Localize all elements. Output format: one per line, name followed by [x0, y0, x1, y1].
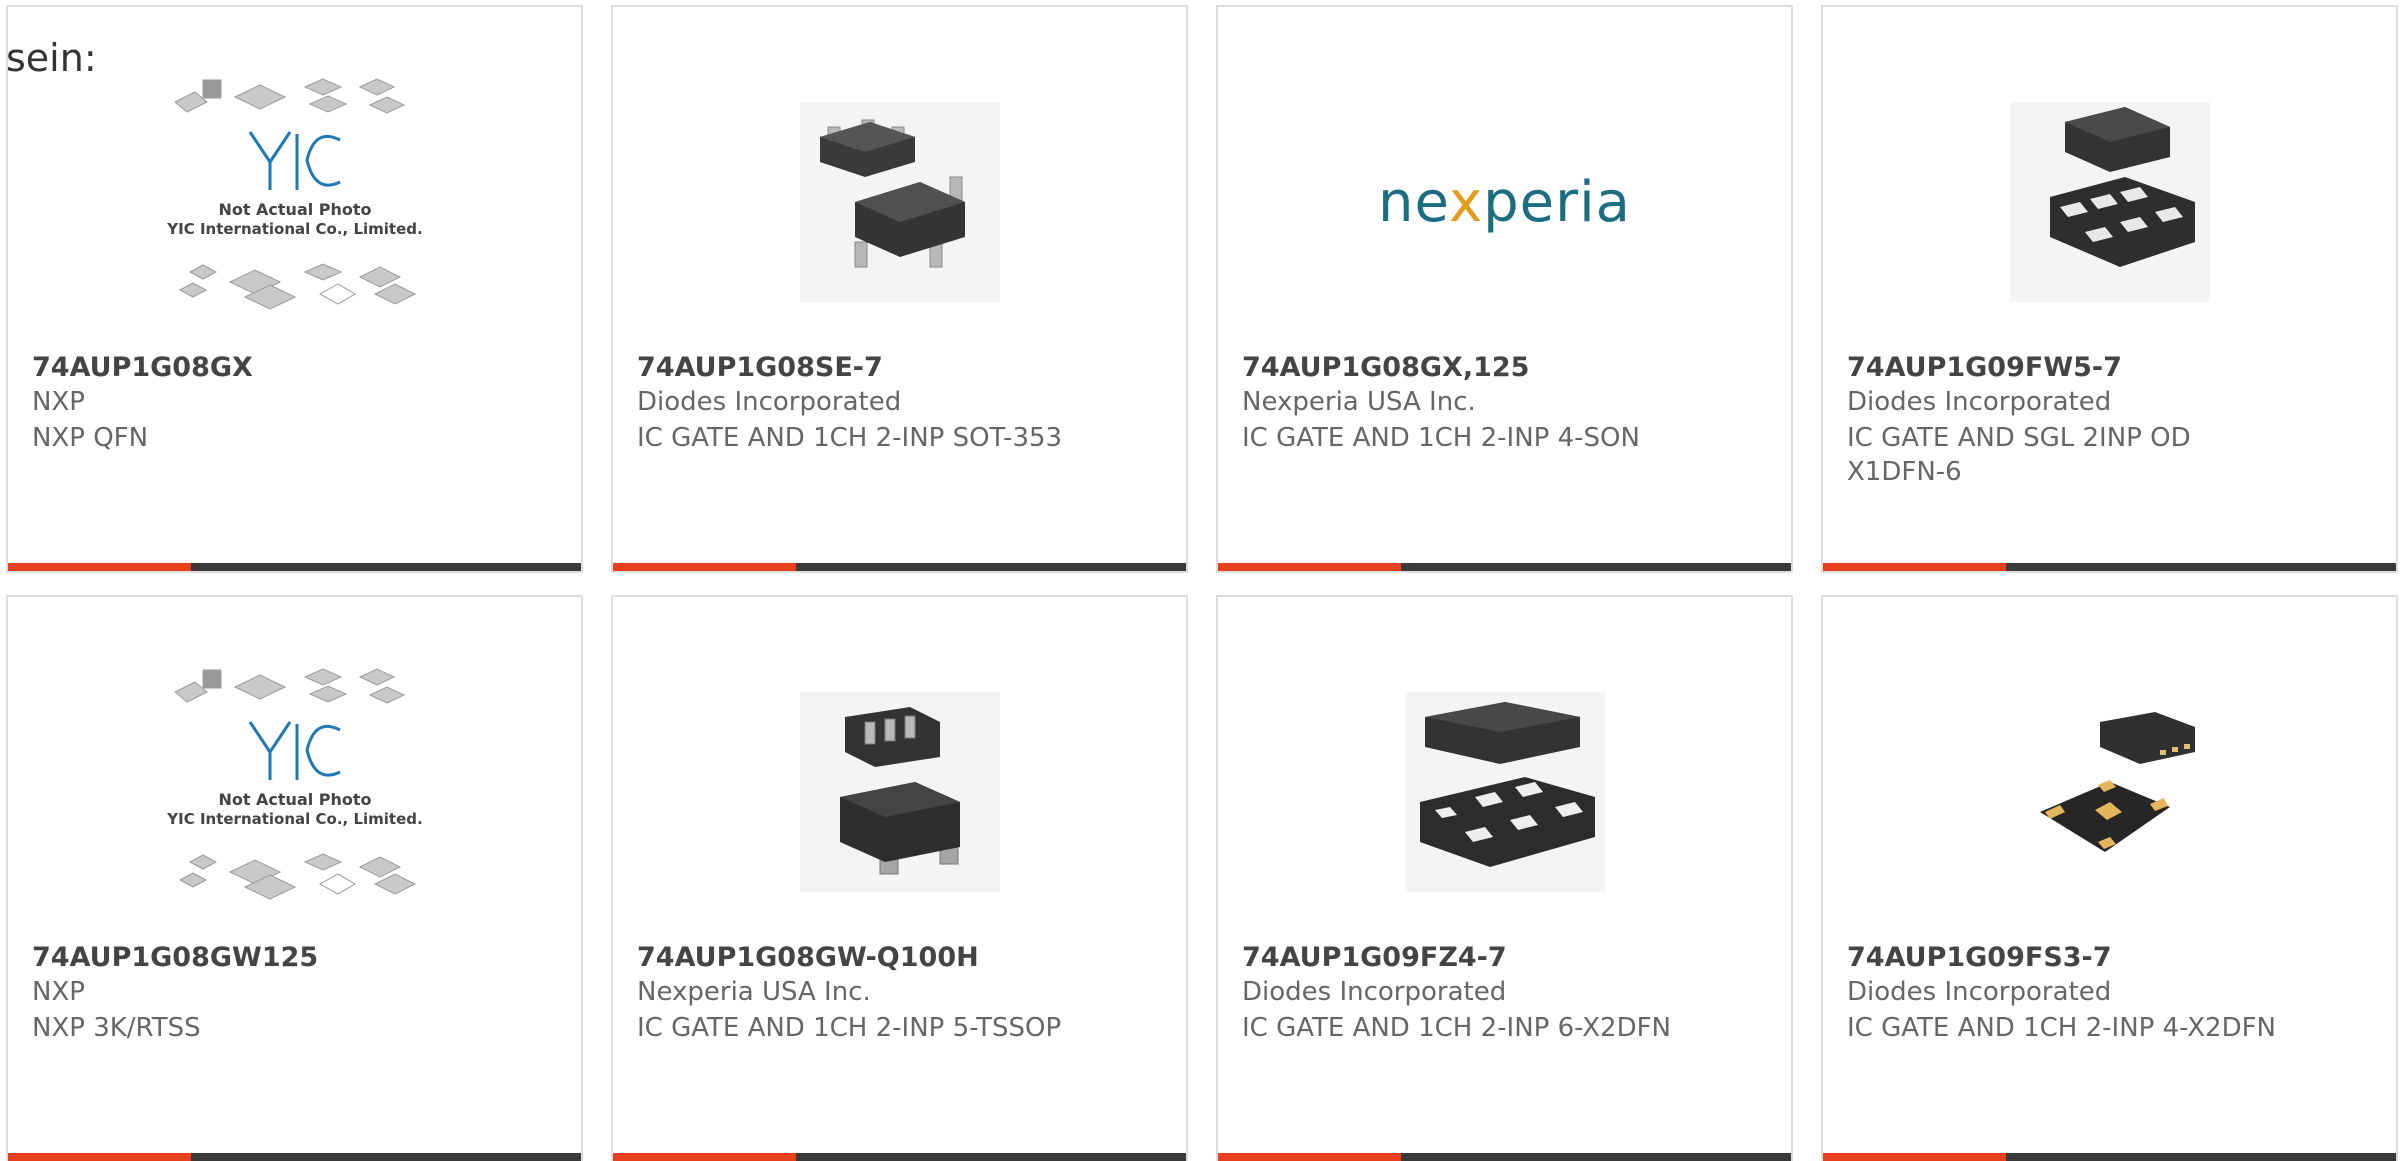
- product-card[interactable]: Not Actual Photo YIC International Co., …: [6, 595, 583, 1161]
- product-manufacturer: Nexperia USA Inc.: [637, 977, 871, 1007]
- card-bottom-bar: [8, 1153, 581, 1161]
- card-bottom-bar: [613, 1153, 1186, 1161]
- product-part-number[interactable]: 74AUP1G09FW5-7: [1847, 352, 2122, 383]
- lead-text: sein:: [6, 36, 97, 80]
- product-description: IC GATE AND 1CH 2-INP SOT-353: [637, 423, 1063, 453]
- product-description: NXP 3K/RTSS: [32, 1013, 201, 1043]
- x1dfn-package-icon: [2009, 102, 2210, 302]
- card-bottom-bar: [1823, 563, 2396, 571]
- product-card[interactable]: 74AUP1G09FZ4-7 Diodes Incorporated IC GA…: [1216, 595, 1793, 1161]
- product-card[interactable]: 74AUP1G09FW5-7 Diodes Incorporated IC GA…: [1821, 5, 2398, 573]
- sot353-package-icon: [799, 102, 1000, 302]
- product-card[interactable]: 74AUP1G08SE-7 Diodes Incorporated IC GAT…: [611, 5, 1188, 573]
- placeholder-photo-icon: Not Actual Photo YIC International Co., …: [166, 78, 422, 310]
- product-part-number[interactable]: 74AUP1G08SE-7: [637, 352, 883, 383]
- product-manufacturer: Diodes Incorporated: [1847, 977, 2112, 1007]
- product-description: NXP QFN: [32, 423, 149, 453]
- nexperia-logo: nexperia: [1377, 169, 1631, 235]
- product-image[interactable]: [613, 657, 1186, 927]
- svg-text:YIC International Co., Limited: YIC International Co., Limited.: [166, 220, 422, 238]
- product-image[interactable]: [1823, 657, 2396, 927]
- product-manufacturer: Diodes Incorporated: [1847, 387, 2112, 417]
- product-part-number[interactable]: 74AUP1G08GW125: [32, 942, 318, 973]
- product-image[interactable]: Not Actual Photo YIC International Co., …: [8, 67, 581, 337]
- svg-text:Not Actual Photo: Not Actual Photo: [218, 790, 371, 809]
- product-card[interactable]: nexperia 74AUP1G08GX,125 Nexperia USA In…: [1216, 5, 1793, 573]
- product-image[interactable]: Not Actual Photo YIC International Co., …: [8, 657, 581, 927]
- x2dfn6-package-icon: [1404, 692, 1605, 892]
- product-card[interactable]: Not Actual Photo YIC International Co., …: [6, 5, 583, 573]
- card-accent-bar: [1218, 563, 1401, 571]
- product-manufacturer: Diodes Incorporated: [1242, 977, 1507, 1007]
- product-description: IC GATE AND 1CH 2-INP 5-TSSOP: [637, 1013, 1062, 1043]
- product-card[interactable]: 74AUP1G08GW-Q100H Nexperia USA Inc. IC G…: [611, 595, 1188, 1161]
- card-bottom-bar: [1218, 1153, 1791, 1161]
- product-manufacturer: Nexperia USA Inc.: [1242, 387, 1476, 417]
- placeholder-photo-icon: Not Actual Photo YIC International Co., …: [166, 668, 422, 900]
- product-card[interactable]: 74AUP1G09FS3-7 Diodes Incorporated IC GA…: [1821, 595, 2398, 1161]
- card-bottom-bar: [8, 563, 581, 571]
- tssop-package-icon: [799, 692, 1000, 892]
- product-manufacturer: NXP: [32, 977, 85, 1007]
- product-part-number[interactable]: 74AUP1G08GW-Q100H: [637, 942, 979, 973]
- product-grid-page: sein: Not Actual Photo YIC International…: [0, 0, 2400, 1161]
- card-bottom-bar: [1823, 1153, 2396, 1161]
- product-part-number[interactable]: 74AUP1G09FZ4-7: [1242, 942, 1507, 973]
- product-image[interactable]: [1823, 67, 2396, 337]
- card-accent-bar: [8, 563, 191, 571]
- product-part-number[interactable]: 74AUP1G09FS3-7: [1847, 942, 2112, 973]
- product-part-number[interactable]: 74AUP1G08GX,125: [1242, 352, 1529, 383]
- card-accent-bar: [1823, 1153, 2006, 1161]
- product-description: IC GATE AND 1CH 2-INP 4-SON: [1242, 423, 1640, 453]
- product-manufacturer: Diodes Incorporated: [637, 387, 902, 417]
- product-manufacturer: NXP: [32, 387, 85, 417]
- product-image[interactable]: [1218, 657, 1791, 927]
- x2dfn4-package-icon: [2009, 692, 2210, 892]
- product-part-number[interactable]: 74AUP1G08GX: [32, 352, 253, 383]
- svg-text:Not Actual Photo: Not Actual Photo: [218, 200, 371, 219]
- product-description: IC GATE AND SGL 2INP OD X1DFN-6: [1847, 423, 2191, 487]
- card-accent-bar: [1823, 563, 2006, 571]
- card-accent-bar: [613, 563, 796, 571]
- product-description: IC GATE AND 1CH 2-INP 4-X2DFN: [1847, 1013, 2276, 1043]
- svg-text:YIC International Co., Limited: YIC International Co., Limited.: [166, 810, 422, 828]
- card-accent-bar: [8, 1153, 191, 1161]
- card-accent-bar: [613, 1153, 796, 1161]
- card-bottom-bar: [1218, 563, 1791, 571]
- product-image[interactable]: [613, 67, 1186, 337]
- product-description: IC GATE AND 1CH 2-INP 6-X2DFN: [1242, 1013, 1671, 1043]
- card-bottom-bar: [613, 563, 1186, 571]
- card-accent-bar: [1218, 1153, 1401, 1161]
- product-image[interactable]: nexperia: [1218, 67, 1791, 337]
